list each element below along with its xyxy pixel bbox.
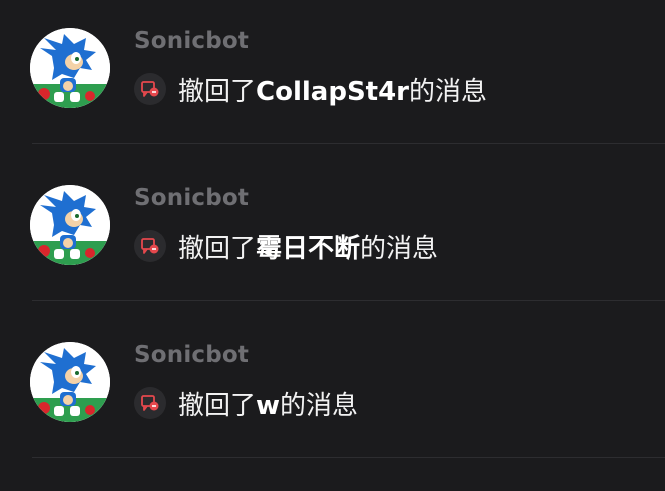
sender-name[interactable]: Sonicbot [134, 185, 249, 211]
recall-prefix: 撤回了 [178, 390, 257, 421]
divider [32, 143, 665, 144]
recall-suffix: 的消息 [409, 76, 488, 107]
sonic-avatar-icon [30, 28, 110, 108]
avatar[interactable] [30, 28, 110, 108]
divider [32, 300, 665, 301]
sonic-avatar-icon [30, 342, 110, 422]
list-item: Sonicbot 撤回了霉日不断的消息 [0, 157, 665, 314]
recall-prefix: 撤回了 [178, 76, 257, 107]
avatar[interactable] [30, 185, 110, 265]
avatar[interactable] [30, 342, 110, 422]
recall-icon [134, 230, 166, 262]
message-feed: Sonicbot 撤回了CollapSt4r的消息 Sonicbot 撤回了霉日… [0, 0, 665, 491]
recall-text: 撤回了CollapSt4r的消息 [178, 71, 487, 108]
sonic-avatar-icon [30, 185, 110, 265]
recall-prefix: 撤回了 [178, 233, 257, 264]
recall-icon [134, 387, 166, 419]
recalled-user[interactable]: w [256, 391, 280, 421]
recall-notice: 撤回了CollapSt4r的消息 [134, 70, 487, 108]
divider [32, 457, 665, 458]
recall-text: 撤回了霉日不断的消息 [178, 228, 438, 265]
recall-notice: 撤回了霉日不断的消息 [134, 227, 438, 265]
recall-notice: 撤回了w的消息 [134, 384, 358, 422]
recall-suffix: 的消息 [360, 233, 439, 264]
list-item: Sonicbot 撤回了CollapSt4r的消息 [0, 0, 665, 157]
list-item: Sonicbot 撤回了w的消息 [0, 314, 665, 471]
recall-text: 撤回了w的消息 [178, 385, 358, 422]
sender-name[interactable]: Sonicbot [134, 342, 249, 368]
sender-name[interactable]: Sonicbot [134, 28, 249, 54]
recall-suffix: 的消息 [280, 390, 359, 421]
recall-icon [134, 73, 166, 105]
recalled-user[interactable]: 霉日不断 [256, 234, 360, 264]
recalled-user[interactable]: CollapSt4r [256, 77, 409, 107]
